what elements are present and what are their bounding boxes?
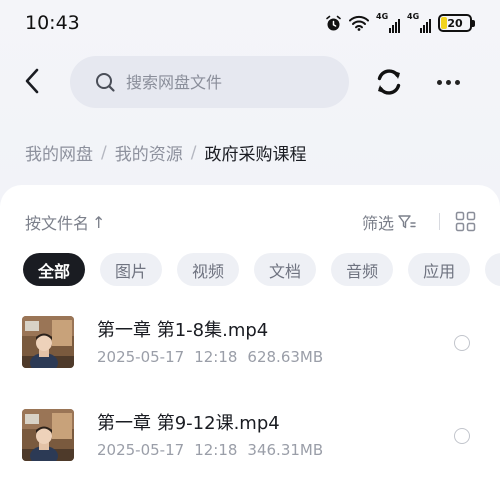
sort-by-name-button[interactable]: 按文件名 ↑	[25, 210, 105, 234]
network-type-label: 4G	[407, 12, 420, 21]
chip-documents[interactable]: 文档	[254, 253, 317, 286]
file-list-item[interactable]: 第一章 第1-8集.mp4 2025-05-17 12:18 628.63MB	[0, 316, 500, 386]
file-list-item[interactable]: 第一章 第9-12课.mp4 2025-05-17 12:18 346.31MB	[0, 409, 500, 479]
chip-apps[interactable]: 应用	[408, 253, 471, 286]
search-input[interactable]	[126, 72, 326, 92]
file-list-card: 按文件名 ↑ 筛选 全部 图片 视频 文档 音频 应用 第一章 第1-8集.mp…	[0, 185, 500, 500]
toolbar: 按文件名 ↑ 筛选	[25, 210, 480, 234]
category-chips: 全部 图片 视频 文档 音频 应用	[23, 253, 500, 286]
chip-more-partial[interactable]	[485, 253, 500, 286]
filter-icon	[398, 215, 416, 229]
chip-videos[interactable]: 视频	[177, 253, 240, 286]
file-size: 628.63MB	[247, 348, 324, 366]
sync-icon	[377, 69, 401, 95]
file-name: 第一章 第9-12课.mp4	[97, 413, 280, 434]
page: 10:43 4G 4G 20 搜索网盘文件 我的网盘 / 我的资源 / 政府采购…	[0, 0, 500, 500]
chip-audio[interactable]: 音频	[331, 253, 394, 286]
more-options-button[interactable]	[428, 63, 468, 101]
filter-button[interactable]: 筛选	[362, 210, 416, 234]
alarm-clock-icon	[326, 15, 341, 30]
battery-icon: 20	[438, 14, 475, 32]
file-meta: 2025-05-17 12:18 346.31MB	[97, 441, 323, 459]
file-time: 12:18	[194, 441, 238, 459]
file-meta: 2025-05-17 12:18 628.63MB	[97, 348, 323, 366]
status-icons: 4G 4G 20	[325, 12, 475, 33]
battery-percent: 20	[447, 16, 463, 30]
status-bar: 10:43 4G 4G 20	[0, 0, 500, 50]
back-button[interactable]	[14, 63, 50, 99]
select-radio[interactable]	[454, 428, 470, 444]
sort-arrow-icon: ↑	[92, 212, 106, 232]
sync-button[interactable]	[370, 63, 408, 101]
cellular-signal-icon: 4G	[407, 12, 431, 33]
network-type-label: 4G	[376, 12, 389, 21]
file-name: 第一章 第1-8集.mp4	[97, 320, 269, 341]
video-thumbnail	[22, 316, 74, 368]
breadcrumb-separator: /	[190, 142, 197, 163]
chip-all[interactable]: 全部	[23, 253, 86, 286]
breadcrumb-separator: /	[101, 142, 107, 163]
battery-level-fill	[441, 17, 447, 29]
cellular-signal-icon: 4G	[376, 12, 400, 33]
video-thumbnail	[22, 409, 74, 461]
status-time: 10:43	[25, 12, 80, 34]
filter-label: 筛选	[362, 214, 395, 233]
search-icon	[96, 72, 115, 92]
more-dots-icon	[436, 79, 442, 85]
sort-label: 按文件名	[25, 214, 90, 233]
header	[0, 55, 500, 109]
breadcrumb: 我的网盘 / 我的资源 / 政府采购课程	[25, 140, 307, 166]
file-date: 2025-05-17	[97, 348, 185, 366]
select-radio[interactable]	[454, 335, 470, 351]
file-time: 12:18	[194, 348, 238, 366]
toolbar-divider	[439, 213, 440, 230]
chevron-left-icon	[25, 68, 39, 94]
wifi-icon	[349, 15, 369, 31]
breadcrumb-item-current-folder: 政府采购课程	[204, 145, 307, 165]
chip-images[interactable]: 图片	[100, 253, 163, 286]
search-bar[interactable]	[70, 56, 349, 108]
grid-view-icon[interactable]	[455, 211, 476, 232]
breadcrumb-item-my-resources[interactable]: 我的资源	[115, 140, 183, 165]
breadcrumb-item-my-drive[interactable]: 我的网盘	[25, 140, 93, 165]
file-date: 2025-05-17	[97, 441, 185, 459]
file-size: 346.31MB	[247, 441, 324, 459]
